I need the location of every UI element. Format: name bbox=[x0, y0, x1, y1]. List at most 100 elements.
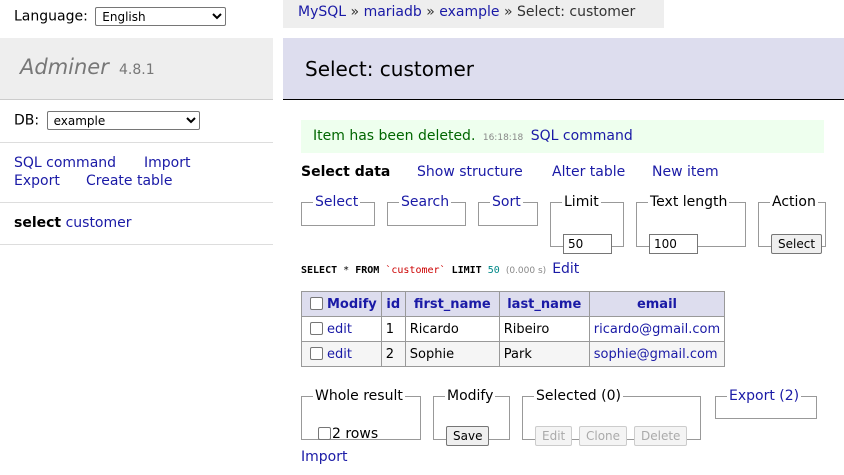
select-all-checkbox[interactable] bbox=[310, 296, 323, 310]
column-first-name-link[interactable]: first_name bbox=[414, 297, 491, 312]
whole-result-checkbox[interactable] bbox=[318, 427, 331, 440]
cell-email: ricardo@gmail.com bbox=[588, 316, 726, 342]
sql-query-time: (0.000 s) bbox=[505, 266, 547, 276]
column-header-email[interactable]: email bbox=[588, 291, 726, 317]
breadcrumb-example[interactable]: example bbox=[439, 4, 499, 20]
row-edit-link[interactable]: edit bbox=[327, 322, 352, 337]
sidebar-table-link[interactable]: customer bbox=[66, 215, 132, 231]
column-header-last-name[interactable]: last_name bbox=[498, 291, 590, 317]
row-modify-cell: edit bbox=[301, 316, 382, 342]
sidebar-create-table-link[interactable]: Create table bbox=[86, 173, 172, 189]
text-length-fieldset: Text length bbox=[636, 194, 746, 254]
column-header-first-name[interactable]: first_name bbox=[404, 291, 500, 317]
page-header: Select: customer bbox=[283, 38, 844, 100]
tab-alter-table[interactable]: Alter table bbox=[552, 164, 625, 180]
action-fieldset: Action Select bbox=[758, 194, 826, 254]
table-row: edit 2 Sophie Park sophie@gmail.com bbox=[301, 341, 726, 367]
sql-edit-link[interactable]: Edit bbox=[552, 261, 579, 277]
sql-star: * bbox=[343, 265, 350, 276]
column-email-link[interactable]: email bbox=[637, 297, 677, 312]
delete-selected-button[interactable]: Delete bbox=[634, 426, 688, 446]
sql-table-name: `customer` bbox=[385, 265, 446, 276]
column-header-id[interactable]: id bbox=[380, 291, 406, 317]
breadcrumb-current: Select: customer bbox=[517, 4, 636, 20]
column-last-name-link[interactable]: last_name bbox=[507, 297, 581, 312]
email-link[interactable]: sophie@gmail.com bbox=[594, 347, 718, 362]
sidebar-import-link[interactable]: Import bbox=[144, 155, 190, 171]
sql-keyword: SELECT bbox=[301, 265, 338, 276]
status-message: Item has been deleted. 16:18:18 SQL comm… bbox=[301, 120, 824, 153]
language-selector: Language: English bbox=[14, 7, 227, 26]
edit-selected-button[interactable]: Edit bbox=[535, 426, 573, 446]
column-id-link[interactable]: id bbox=[386, 297, 400, 312]
tab-select-data: Select data bbox=[301, 164, 391, 180]
adminer-version: 4.8.1 bbox=[119, 62, 155, 78]
message-text: Item has been deleted. bbox=[313, 128, 476, 144]
cell-email: sophie@gmail.com bbox=[588, 341, 726, 367]
sql-limit-value: 50 bbox=[487, 265, 500, 276]
limit-label: Limit bbox=[564, 194, 599, 210]
rows-count-label: 2 rows bbox=[332, 426, 379, 442]
row-modify-cell: edit bbox=[301, 341, 382, 367]
sidebar-export-link[interactable]: Export bbox=[14, 173, 60, 189]
db-selector: DB: example bbox=[14, 111, 200, 130]
select-columns-link[interactable]: Select bbox=[315, 194, 358, 210]
modify-fieldset: Modify Save bbox=[433, 388, 510, 446]
action-label: Action bbox=[772, 194, 816, 210]
adminer-logo-link[interactable]: Adminer bbox=[20, 55, 109, 79]
search-fieldset: Search bbox=[387, 194, 466, 226]
search-link[interactable]: Search bbox=[401, 194, 449, 210]
save-button[interactable]: Save bbox=[446, 426, 490, 446]
sidebar-divider bbox=[0, 244, 273, 245]
sql-keyword: FROM bbox=[355, 265, 380, 276]
brand-header: Adminer 4.8.1 bbox=[0, 38, 273, 100]
tab-show-structure[interactable]: Show structure bbox=[417, 164, 523, 180]
breadcrumb-mysql[interactable]: MySQL bbox=[298, 4, 346, 20]
row-checkbox[interactable] bbox=[310, 321, 323, 335]
data-table: Modify id first_name last_name email edi… bbox=[301, 291, 726, 367]
breadcrumb-separator: » bbox=[503, 4, 513, 20]
breadcrumb-separator: » bbox=[350, 4, 360, 20]
column-header-modify: Modify bbox=[301, 291, 382, 317]
whole-result-fieldset: Whole result 2 rows bbox=[301, 388, 421, 442]
import-link[interactable]: Import bbox=[301, 449, 347, 465]
limit-input[interactable] bbox=[563, 234, 612, 254]
whole-result-option[interactable]: 2 rows bbox=[314, 426, 378, 442]
breadcrumb-separator: » bbox=[426, 4, 435, 20]
sql-query-line: SELECT * FROM `customer` LIMIT 50 (0.000… bbox=[301, 261, 579, 277]
breadcrumb-mariadb[interactable]: mariadb bbox=[364, 4, 422, 20]
breadcrumb: MySQL » mariadb » example » Select: cust… bbox=[283, 0, 664, 28]
text-length-label: Text length bbox=[650, 194, 728, 210]
language-label: Language: bbox=[14, 8, 88, 25]
modify-all-link[interactable]: Modify bbox=[327, 297, 377, 312]
cell-id: 2 bbox=[380, 341, 406, 367]
limit-fieldset: Limit bbox=[550, 194, 624, 254]
sidebar-sql-command-link[interactable]: SQL command bbox=[14, 155, 116, 171]
row-edit-link[interactable]: edit bbox=[327, 347, 352, 362]
cell-first-name: Sophie bbox=[404, 341, 500, 367]
sort-link[interactable]: Sort bbox=[492, 194, 521, 210]
selected-fieldset: Selected (0) Edit Clone Delete bbox=[522, 388, 701, 446]
db-select[interactable]: example bbox=[46, 111, 200, 130]
message-time: 16:18:18 bbox=[482, 133, 524, 143]
table-row: edit 1 Ricardo Ribeiro ricardo@gmail.com bbox=[301, 316, 726, 342]
email-link[interactable]: ricardo@gmail.com bbox=[594, 322, 720, 337]
text-length-input[interactable] bbox=[649, 234, 698, 254]
whole-result-label: Whole result bbox=[315, 388, 403, 404]
export-link[interactable]: Export (2) bbox=[729, 388, 799, 404]
cell-last-name: Park bbox=[498, 341, 590, 367]
sql-keyword: LIMIT bbox=[451, 265, 482, 276]
sort-fieldset: Sort bbox=[478, 194, 538, 226]
page-title: Select: customer bbox=[305, 57, 474, 81]
language-select[interactable]: English bbox=[95, 7, 227, 26]
sidebar-select-link[interactable]: select bbox=[14, 215, 61, 231]
db-label: DB: bbox=[14, 112, 40, 129]
select-submit-button[interactable]: Select bbox=[771, 234, 823, 254]
selected-label: Selected (0) bbox=[536, 388, 621, 404]
row-checkbox[interactable] bbox=[310, 346, 323, 360]
tab-new-item[interactable]: New item bbox=[652, 164, 719, 180]
clone-selected-button[interactable]: Clone bbox=[579, 426, 628, 446]
table-header-row: Modify id first_name last_name email bbox=[301, 291, 726, 317]
sidebar-table-item: select customer bbox=[14, 215, 132, 231]
message-sql-command-link[interactable]: SQL command bbox=[531, 128, 633, 144]
